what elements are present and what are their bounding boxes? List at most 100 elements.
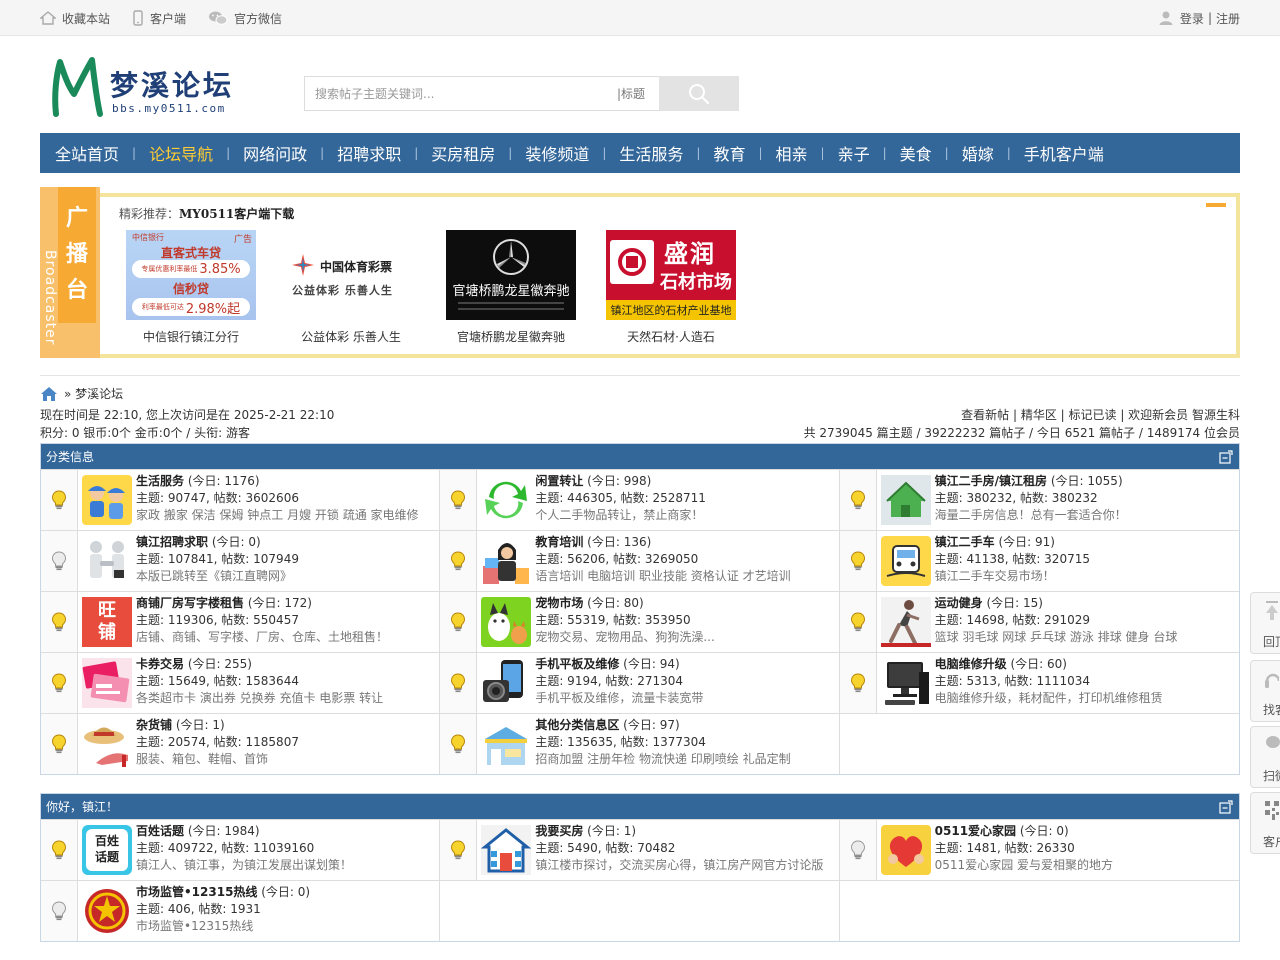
site-logo[interactable]: 梦溪论坛 bbs.my0511.com: [50, 56, 240, 120]
nav-item[interactable]: 婚嫁: [962, 141, 994, 165]
login-link[interactable]: 登录: [1180, 10, 1204, 27]
new-posts-bulb-icon: [839, 531, 877, 591]
nav-item[interactable]: 相亲: [776, 141, 808, 165]
forum-row: 旺铺商铺厂房写字楼租售 (今日: 172) 主题: 119306, 帖数: 550…: [41, 591, 1239, 652]
computer-icon[interactable]: [881, 658, 931, 708]
emblem-icon[interactable]: [82, 886, 132, 936]
collapse-icon[interactable]: [1219, 800, 1233, 814]
forum-name[interactable]: 杂货铺: [136, 718, 172, 732]
nav-item[interactable]: 买房租房: [431, 141, 495, 165]
nav-item[interactable]: 装修频道: [525, 141, 589, 165]
forum-row: 市场监管•12315热线 (今日: 0) 主题: 406, 帖数: 1931 市场监…: [41, 880, 1239, 941]
search-button[interactable]: [659, 76, 739, 111]
broadcaster-bar: [1206, 203, 1226, 207]
forum-description: 店铺、商铺、写字楼、厂房、仓库、土地租售！: [136, 630, 389, 644]
ad-caption[interactable]: 中信银行镇江分行: [116, 328, 266, 345]
runner-icon[interactable]: [880, 597, 931, 647]
broadcaster-label: 精彩推荐：: [119, 207, 180, 221]
broadcaster-link[interactable]: MY0511客户端下载: [179, 207, 294, 221]
topic-badge-text: 话题: [94, 850, 119, 864]
phone-camera-icon[interactable]: [481, 658, 531, 708]
collapse-icon[interactable]: [1219, 450, 1233, 464]
nav-item[interactable]: 网络问政: [243, 141, 307, 165]
benz-star-icon: [493, 239, 529, 275]
nav-item[interactable]: 生活服务: [619, 141, 683, 165]
handshake-icon[interactable]: [82, 536, 132, 586]
forum-name[interactable]: 闲置转让: [535, 474, 583, 488]
float-button[interactable]: 找客: [1250, 660, 1280, 722]
forum-today-count: (今日: 80): [583, 596, 644, 610]
lottery-name: 中国体育彩票: [320, 260, 393, 274]
forum-name[interactable]: 镇江招聘求职: [136, 535, 208, 549]
float-button[interactable]: 扫微: [1250, 726, 1280, 788]
house-icon[interactable]: [481, 825, 532, 875]
car-icon[interactable]: [880, 536, 931, 586]
forum-name[interactable]: 我要买房: [535, 824, 583, 838]
forum-name[interactable]: 电脑维修升级: [935, 657, 1007, 671]
nav-item[interactable]: 美食: [900, 141, 932, 165]
ad-caption[interactable]: 官塘桥鹏龙星徽奔驰: [436, 328, 586, 345]
ad-card[interactable]: 官塘桥鹏龙星徽奔驰 官塘桥鹏龙星徽奔驰: [436, 230, 586, 345]
recycle-icon[interactable]: [481, 475, 531, 525]
forum-stats: 主题: 9194, 帖数: 271304: [535, 674, 684, 688]
float-button[interactable]: 回顶: [1250, 592, 1280, 654]
search-type-select[interactable]: |标题: [617, 85, 645, 102]
forum-name[interactable]: 教育培训: [535, 535, 583, 549]
user-icon: [1159, 11, 1173, 25]
forum-name[interactable]: 卡券交易: [136, 657, 184, 671]
ad-card[interactable]: 中国体育彩票 公益体彩 乐善人生 公益体彩 乐善人生: [276, 230, 426, 345]
broadcaster-tab-char: 播: [65, 242, 88, 267]
nav-item[interactable]: 手机客户端: [1024, 141, 1104, 165]
nav-item[interactable]: 全站首页: [55, 141, 119, 165]
register-link[interactable]: 注册: [1216, 10, 1240, 27]
forum-name[interactable]: 镇江二手车: [935, 535, 995, 549]
forum-name[interactable]: 其他分类信息区: [535, 718, 619, 732]
workers-icon[interactable]: [82, 475, 132, 525]
quick-links[interactable]: 查看新帖 | 精华区 | 标记已读 | 欢迎新会员 智源生科: [804, 406, 1240, 424]
ad-caption[interactable]: 公益体彩 乐善人生: [276, 328, 426, 345]
topic-badge-icon[interactable]: 百姓 话题: [82, 825, 132, 875]
hat-shoe-icon[interactable]: [82, 719, 132, 769]
forum-name[interactable]: 镇江二手房/镇江租房: [935, 474, 1047, 488]
nav-item[interactable]: 招聘求职: [337, 141, 401, 165]
favorite-link[interactable]: 收藏本站: [40, 10, 110, 27]
wechat-link[interactable]: 官方微信: [208, 10, 282, 27]
forum-name[interactable]: 手机平板及维修: [535, 657, 619, 671]
no-new-posts-bulb-icon: [41, 531, 78, 591]
teacher-icon[interactable]: [481, 536, 531, 586]
coupon-icon[interactable]: [82, 658, 132, 708]
forum-cell: 电脑维修升级 (今日: 60) 主题: 5313, 帖数: 1111034 电脑维修…: [839, 653, 1239, 713]
ad-caption[interactable]: 天然石材·人造石: [596, 328, 746, 345]
heart-icon[interactable]: [880, 825, 931, 875]
forum-name[interactable]: 生活服务: [136, 474, 184, 488]
nav-item[interactable]: 亲子: [838, 141, 870, 165]
forum-name[interactable]: 商铺厂房写字楼租售: [136, 596, 244, 610]
forum-description: 本版已跳转至《镇江直聘网》: [136, 569, 293, 583]
shop-icon[interactable]: 旺铺: [82, 597, 132, 647]
float-button[interactable]: 客户: [1250, 792, 1280, 854]
stone-ad-image: 盛润 石材市场 镇江地区的石材产业基地: [606, 230, 736, 320]
client-link[interactable]: 客户端: [132, 10, 186, 27]
breadcrumb-text[interactable]: » 梦溪论坛: [64, 385, 123, 402]
section-title[interactable]: 你好，镇江！: [46, 798, 118, 815]
search-input[interactable]: 搜索帖子主题关键词... |标题: [304, 76, 659, 111]
forum-description: 市场监管•12315热线: [136, 919, 254, 933]
home-icon[interactable]: [40, 386, 58, 402]
forum-name[interactable]: 运动健身: [935, 596, 983, 610]
ad-card[interactable]: 盛润 石材市场 镇江地区的石材产业基地 天然石材·人造石: [596, 230, 746, 345]
store-icon[interactable]: [481, 719, 531, 769]
forum-name[interactable]: 百姓话题: [136, 824, 184, 838]
forum-name[interactable]: 市场监管•12315热线: [136, 885, 257, 899]
forum-name[interactable]: 宠物市场: [535, 596, 583, 610]
ad-card[interactable]: 中信银行 广告 直客式车贷 专属优惠利率最低 3.85% 信秒贷 利率最低可达 …: [116, 230, 266, 345]
pets-icon[interactable]: [481, 597, 532, 647]
forum-name[interactable]: 0511爱心家园: [935, 824, 1016, 838]
new-posts-bulb-icon: [839, 653, 877, 713]
nav-item[interactable]: 教育: [713, 141, 745, 165]
bank-ad-line4b: 2.98%起: [185, 301, 241, 317]
nav-item[interactable]: 论坛导航: [149, 141, 213, 165]
section-title[interactable]: 分类信息: [46, 448, 94, 465]
green-house-icon[interactable]: [880, 475, 931, 525]
forum-description: 镇江人、镇江事，为镇江发展出谋划策！: [136, 858, 353, 872]
bank-ad-line1: 直客式车贷: [160, 246, 221, 260]
